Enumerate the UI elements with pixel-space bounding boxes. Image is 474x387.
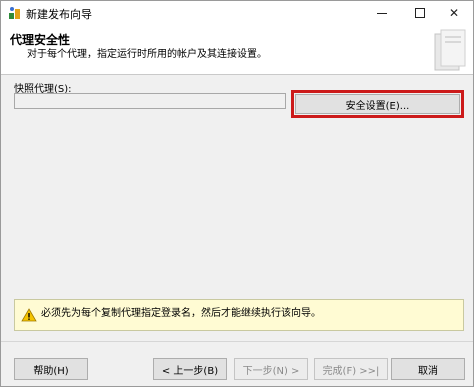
page-subtitle: 对于每个代理，指定运行时所用的帐户及其连接设置。 — [27, 49, 267, 60]
security-settings-button[interactable]: 安全设置(E)... — [295, 94, 460, 114]
footer-divider — [1, 341, 473, 342]
wizard-window: 新建发布向导 ✕ 代理安全性 对于每个代理，指定运行时所用的帐户及其连接设置。 … — [0, 0, 474, 387]
maximize-button[interactable] — [401, 1, 439, 25]
publication-graphic-icon — [434, 29, 466, 71]
close-button[interactable]: ✕ — [435, 1, 473, 25]
window-title: 新建发布向导 — [26, 8, 92, 21]
warning-icon — [21, 308, 37, 322]
warning-message: 必须先为每个复制代理指定登录名，然后才能继续执行该向导。 — [41, 308, 321, 319]
close-icon: ✕ — [448, 6, 460, 20]
minimize-icon — [377, 12, 387, 14]
maximize-icon — [415, 8, 425, 18]
wizard-app-icon — [9, 7, 20, 19]
snapshot-agent-field[interactable] — [14, 93, 286, 109]
help-button[interactable]: 帮助(H) — [14, 358, 88, 380]
title-bar: 新建发布向导 ✕ — [1, 1, 473, 25]
minimize-button[interactable] — [363, 1, 401, 25]
cancel-button[interactable]: 取消 — [391, 358, 465, 380]
wizard-header: 代理安全性 对于每个代理，指定运行时所用的帐户及其连接设置。 — [1, 25, 473, 75]
next-button[interactable]: 下一步(N) > — [234, 358, 308, 380]
warning-bar: 必须先为每个复制代理指定登录名，然后才能继续执行该向导。 — [14, 299, 464, 331]
finish-button[interactable]: 完成(F) >>| — [314, 358, 388, 380]
back-button[interactable]: < 上一步(B) — [153, 358, 227, 380]
